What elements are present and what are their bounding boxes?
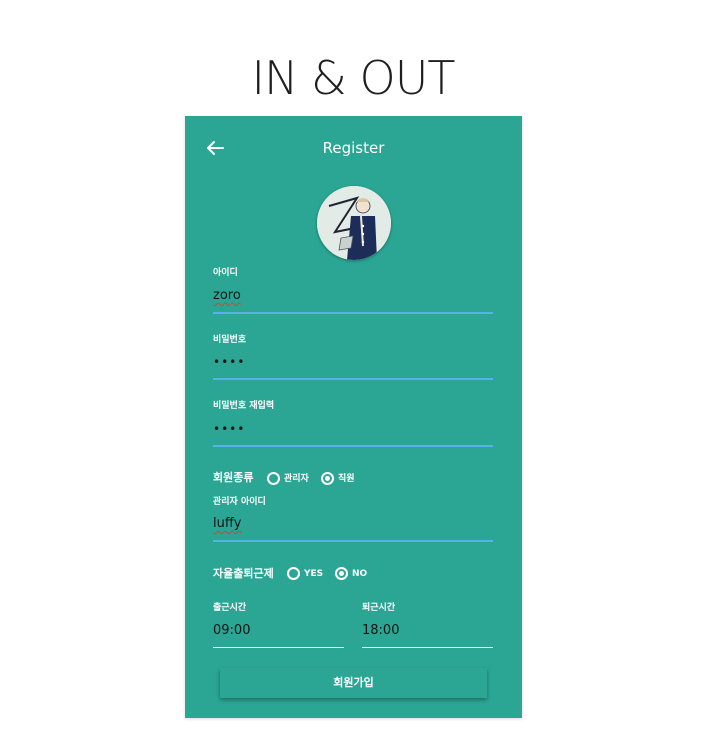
register-submit-button[interactable]: 회원가입 [220,668,487,698]
header-title: Register [322,139,385,157]
radio-no[interactable] [335,567,348,580]
radio-admin[interactable] [267,472,280,485]
checkout-time-input[interactable]: 18:00 [362,622,399,640]
password-confirm-input[interactable]: •••• [213,420,245,438]
radio-yes[interactable] [287,567,300,580]
avatar-illustration [317,186,391,260]
password-label: 비밀번호 [213,335,247,345]
checkout-time-label: 퇴근시간 [362,603,396,613]
checkin-time-input[interactable]: 09:00 [213,622,250,640]
app-title: IN & OUT [251,51,455,105]
radio-admin-label[interactable]: 관리자 [284,473,309,485]
id-input[interactable]: zoro [213,287,241,305]
radio-employee[interactable] [321,472,334,485]
admin-id-label: 관리자 아이디 [213,497,266,507]
admin-id-underline [213,540,493,542]
register-panel: Register 아이디 zoro 비밀번호 •••• 비밀번호 재입력 •••… [185,116,522,718]
radio-employee-label[interactable]: 직원 [338,473,355,485]
password-confirm-underline [213,445,493,447]
radio-no-label[interactable]: NO [352,568,367,580]
id-label: 아이디 [213,268,238,278]
admin-id-input[interactable]: luffy [213,515,242,533]
checkout-time-underline [362,647,493,648]
member-type-label: 회원종류 [213,471,254,484]
password-underline [213,378,493,380]
radio-yes-label[interactable]: YES [304,568,323,580]
self-checkin-label: 자율출퇴근제 [213,567,274,580]
password-confirm-label: 비밀번호 재입력 [213,401,275,411]
checkin-time-underline [213,647,344,648]
password-input[interactable]: •••• [213,353,245,371]
avatar[interactable] [317,186,391,260]
id-underline [213,312,493,314]
checkin-time-label: 출근시간 [213,603,247,613]
